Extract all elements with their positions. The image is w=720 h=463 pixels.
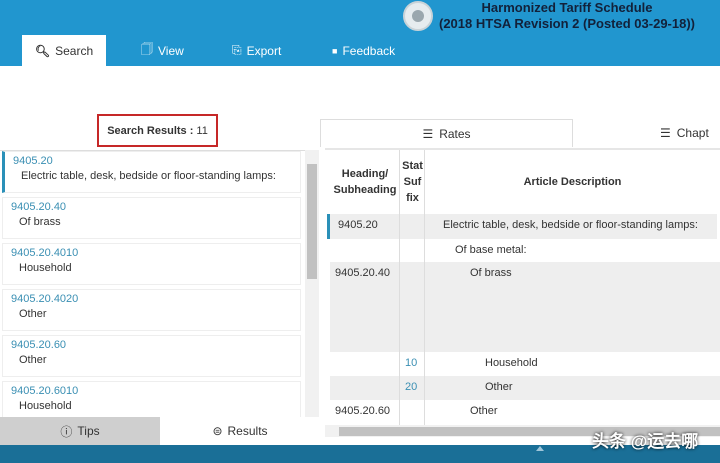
table-row[interactable]: 9405.20.40 Of brass <box>330 262 720 352</box>
info-icon: ⓘ <box>60 424 73 439</box>
search-icon: 🔍︎ <box>34 43 51 58</box>
table-row[interactable]: 9405.20 Electric table, desk, bedside or… <box>327 214 717 239</box>
list-item[interactable]: 9405.20.60 Other <box>2 335 301 377</box>
table-row[interactable]: 10 Household <box>330 352 720 376</box>
tab-chapter[interactable]: ☰ Chapt <box>660 119 720 147</box>
chat-icon: ■ <box>332 45 338 56</box>
table-row[interactable]: 9405.20.60 Other <box>330 400 720 424</box>
list-item[interactable]: 9405.20.6010 Household <box>2 381 301 417</box>
column-divider <box>399 150 400 425</box>
watermark: 头条 @运去哪 <box>592 432 699 451</box>
list-icon: ☰ <box>660 126 671 140</box>
column-header-description: Article Description <box>523 176 622 188</box>
rates-icon: ☰ <box>422 126 434 141</box>
document-icon: 🗍 <box>141 42 153 56</box>
tab-tips[interactable]: ⓘ Tips <box>0 417 160 445</box>
tab-rates[interactable]: ☰ Rates <box>320 119 573 147</box>
app-title: Harmonized Tariff Schedule <box>481 0 653 15</box>
tab-view[interactable]: 🗍 View <box>141 35 184 66</box>
list-item[interactable]: 9405.20.40 Of brass <box>2 197 301 239</box>
bottom-tabs: ⓘ Tips ⊜ Results <box>0 417 320 445</box>
app-subtitle: (2018 HTSA Revision 2 (Posted 03-29-18)) <box>439 16 695 31</box>
seal-logo <box>403 1 433 31</box>
list-item[interactable]: 9405.20.4020 Other <box>2 289 301 331</box>
results-scrollbar[interactable] <box>305 150 319 417</box>
table-row[interactable]: 20 Other <box>330 376 720 400</box>
tab-export[interactable]: ⎘ Export <box>232 35 281 66</box>
list-item[interactable]: 9405.20.4010 Household <box>2 243 301 285</box>
tariff-table: Heading/ Subheading Stat Suf fix Article… <box>325 148 720 425</box>
scrollbar-thumb[interactable] <box>307 164 317 279</box>
results-list: 9405.20 Electric table, desk, bedside or … <box>0 150 305 417</box>
export-icon: ⎘ <box>232 43 242 57</box>
list-circle-icon: ⊜ <box>212 424 223 438</box>
expand-up-icon[interactable] <box>536 446 544 451</box>
column-header-heading: Heading/ Subheading <box>333 168 397 196</box>
search-results-count: Search Results :11 <box>97 114 218 147</box>
column-divider <box>424 150 425 425</box>
table-row[interactable]: Of base metal: <box>330 239 720 262</box>
list-item[interactable]: 9405.20 Electric table, desk, bedside or … <box>2 151 301 193</box>
column-header-stat: Stat Suf fix <box>402 160 423 204</box>
tab-results[interactable]: ⊜ Results <box>160 417 320 445</box>
tab-search[interactable]: 🔍︎ Search <box>22 35 106 66</box>
tab-feedback[interactable]: ■ Feedback <box>332 35 395 66</box>
